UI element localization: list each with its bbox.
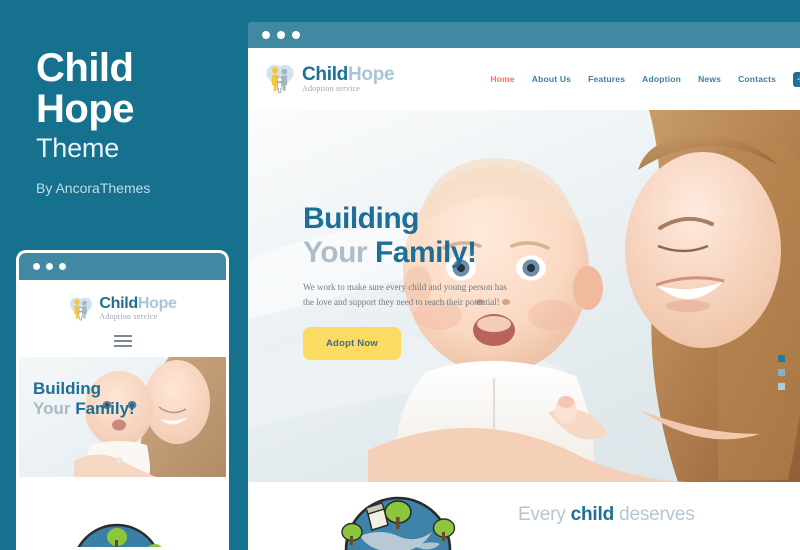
mobile-brand-text: ChildHope Adoption service xyxy=(99,295,177,321)
globe-with-trees-icon xyxy=(77,523,162,547)
brand-tagline: Adoption service xyxy=(302,84,361,93)
window-dot-icon xyxy=(33,263,40,270)
hamburger-icon xyxy=(113,335,132,337)
adopt-now-button[interactable]: Adopt Now xyxy=(303,326,401,360)
hero-slider-indicators xyxy=(778,355,785,390)
hero-headline-line1: Building xyxy=(303,202,419,235)
mobile-brand-tagline: Adoption service xyxy=(99,312,158,321)
mobile-logo[interactable]: ChildHope Adoption service xyxy=(19,280,226,321)
mobile-hero-line2: Your Family! xyxy=(33,398,135,418)
brand-text: ChildHope Adoption service xyxy=(302,64,395,93)
nav-item-features[interactable]: Features xyxy=(588,74,625,84)
mobile-body: ChildHope Adoption service Building Your… xyxy=(19,280,226,550)
mobile-globe-section xyxy=(19,477,226,547)
page-root: Child Hope Theme By AncoraThemes ChildHo… xyxy=(0,0,800,550)
mobile-mockup: ChildHope Adoption service Building Your… xyxy=(16,250,229,550)
twitter-icon[interactable]: ✈ xyxy=(793,71,800,87)
mobile-menu-button[interactable] xyxy=(113,335,132,347)
promo-title: Child Hope xyxy=(36,46,236,132)
site-logo[interactable]: ChildHope Adoption service xyxy=(264,64,395,94)
nav-item-contacts[interactable]: Contacts xyxy=(738,74,776,84)
childhope-logo-icon xyxy=(266,64,294,93)
window-dot-icon xyxy=(277,31,285,39)
window-dot-icon xyxy=(46,263,53,270)
about-heading: Every child deserves xyxy=(518,504,695,525)
promo-author: By AncoraThemes xyxy=(36,179,151,196)
childhope-logo-icon xyxy=(70,297,93,320)
promo-title-line2: Hope xyxy=(36,87,135,132)
promo-subtitle: Theme xyxy=(36,133,120,164)
hero-paragraph: We work to make sure every child and you… xyxy=(303,282,507,307)
mobile-brand-name: ChildHope xyxy=(99,295,177,312)
mobile-browser-bar xyxy=(19,253,226,280)
hamburger-icon xyxy=(113,340,132,342)
site-header: ChildHope Adoption service Home About Us… xyxy=(248,48,800,110)
main-navigation: Home About Us Features Adoption News Con… xyxy=(490,74,776,84)
social-links: ✈ f ▣ ◉ xyxy=(793,71,800,87)
window-dot-icon xyxy=(262,31,270,39)
slider-dot-3[interactable] xyxy=(778,383,785,390)
mobile-hero-line1: Building xyxy=(33,379,101,398)
promo-title-line1: Child xyxy=(36,46,134,90)
promo-block: Child Hope Theme By AncoraThemes xyxy=(36,46,236,196)
mobile-hero-copy: Building Your Family! xyxy=(33,379,135,418)
desktop-browser-bar xyxy=(248,22,800,48)
slider-dot-2[interactable] xyxy=(778,369,785,376)
nav-item-news[interactable]: News xyxy=(698,74,721,84)
nav-item-about-us[interactable]: About Us xyxy=(532,74,571,84)
hero-section: Building Your Family! We work to make su… xyxy=(248,110,800,482)
hero-copy: Building Your Family! We work to make su… xyxy=(303,202,538,360)
slider-dot-1[interactable] xyxy=(778,355,785,362)
nav-item-adoption[interactable]: Adoption xyxy=(642,74,681,84)
hamburger-icon xyxy=(113,345,132,347)
desktop-mockup: ChildHope Adoption service Home About Us… xyxy=(248,22,800,550)
mobile-hero: Building Your Family! xyxy=(19,357,226,477)
window-dot-icon xyxy=(292,31,300,39)
nav-item-home[interactable]: Home xyxy=(490,74,514,84)
window-dot-icon xyxy=(59,263,66,270)
hero-headline-line2: Your Family! xyxy=(303,235,477,269)
about-band: Every child deserves xyxy=(248,482,800,550)
globe-with-trees-icon xyxy=(341,496,456,550)
brand-name: ChildHope xyxy=(302,64,395,85)
